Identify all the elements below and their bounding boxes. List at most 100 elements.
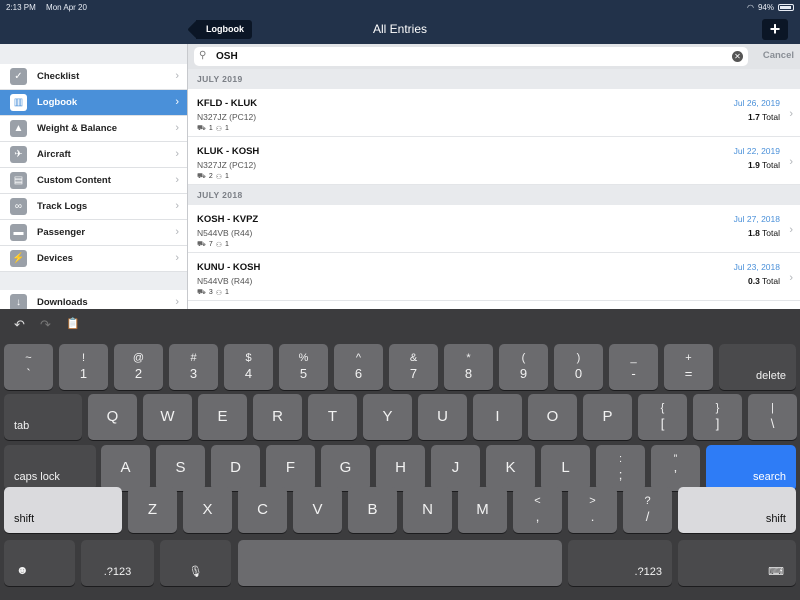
sidebar-item-label: Downloads [37, 297, 88, 308]
key-number-0[interactable]: ~ ` [4, 344, 53, 390]
key-number-5[interactable]: % 5 [279, 344, 328, 390]
key-f[interactable]: F [266, 445, 315, 491]
key-letter: W [160, 408, 175, 425]
chevron-right-icon: › [789, 156, 793, 168]
key-j[interactable]: J [431, 445, 480, 491]
sidebar-item-label: Custom Content [37, 175, 111, 186]
key-c[interactable]: C [238, 487, 287, 533]
sidebar-item-downloads[interactable]: ↓ Downloads › [0, 290, 187, 309]
key-x[interactable]: X [183, 487, 232, 533]
key-number-4[interactable]: $4 [224, 344, 273, 390]
logbook-entry-row[interactable]: KLUK - KOSH N327JZ (PC12) ⛟ 2 ⚇ 1 Jul 22, 2019… [188, 137, 800, 185]
cancel-search-button[interactable]: Cancel [763, 50, 794, 61]
key-bracket-0[interactable]: {[ [638, 394, 687, 440]
battery-percent: 94% [757, 3, 774, 12]
sidebar-item-custom-content[interactable]: ▤ Custom Content › [0, 168, 187, 194]
space-key[interactable] [238, 540, 562, 586]
key-punct-0[interactable]: :; [596, 445, 645, 491]
key-bracket-2[interactable]: | \ [748, 394, 797, 440]
sidebar-item-checklist[interactable]: ✓ Checklist › [0, 64, 187, 90]
sidebar-item-passenger[interactable]: ▬ Passenger › [0, 220, 187, 246]
shift-left-key[interactable]: shift [4, 487, 122, 533]
key-w[interactable]: W [143, 394, 192, 440]
entry-route: KOSH - KVPZ [197, 214, 259, 225]
key-number-1[interactable]: ! 1 [59, 344, 108, 390]
key-o[interactable]: O [528, 394, 577, 440]
emoji-key[interactable]: ☻ [4, 540, 75, 586]
content-icon: ▤ [10, 172, 27, 189]
key-k[interactable]: K [486, 445, 535, 491]
key-number-7[interactable]: & 7 [389, 344, 438, 390]
search-field[interactable]: ⚲ ✕ [194, 47, 748, 66]
key-number-8[interactable]: * 8 [444, 344, 493, 390]
undo-icon[interactable]: ↶ [14, 317, 25, 333]
key-bottom-symbol: 9 [519, 366, 528, 381]
key-number-10[interactable]: ) 0 [554, 344, 603, 390]
key-y[interactable]: Y [363, 394, 412, 440]
key-u[interactable]: U [418, 394, 467, 440]
key-punct-1[interactable]: ”’ [651, 445, 700, 491]
tab-key[interactable]: tab [4, 394, 82, 440]
key-number-12[interactable]: + = [664, 344, 713, 390]
key-n[interactable]: N [403, 487, 452, 533]
clear-search-icon[interactable]: ✕ [732, 51, 743, 62]
key-number-3[interactable]: #3 [169, 344, 218, 390]
caps-lock-key[interactable]: caps lock [4, 445, 96, 491]
key-angle-2[interactable]: ? / [623, 487, 672, 533]
delete-key[interactable]: delete [719, 344, 796, 390]
logbook-entry-row[interactable]: KOSH - KVPZ N544VB (R44) ⛟ 7 ⚇ 1 Jul 27, 2018 1… [188, 205, 800, 253]
status-bar-left: 2:13 PM Mon Apr 20 [6, 3, 95, 12]
logbook-back-button[interactable]: Logbook [196, 20, 252, 39]
sidebar-item-devices[interactable]: ⚡ Devices › [0, 246, 187, 272]
key-v[interactable]: V [293, 487, 342, 533]
sidebar-item-track-logs[interactable]: ∞ Track Logs › [0, 194, 187, 220]
key-h[interactable]: H [376, 445, 425, 491]
key-l[interactable]: L [541, 445, 590, 491]
shift-right-key[interactable]: shift [678, 487, 796, 533]
key-number-9[interactable]: (9 [499, 344, 548, 390]
logbook-entry-row[interactable]: KFLD - KLUK N327JZ (PC12) ⛟ 1 ⚇ 1 Jul 26, 2019… [188, 89, 800, 137]
key-s[interactable]: S [156, 445, 205, 491]
search-input[interactable] [216, 49, 716, 64]
key-a[interactable]: A [101, 445, 150, 491]
key-r[interactable]: R [253, 394, 302, 440]
passenger-count: 7 [208, 241, 213, 248]
key-letter: K [505, 459, 516, 476]
numbers-left-key[interactable]: .?123 [81, 540, 154, 586]
key-g[interactable]: G [321, 445, 370, 491]
sidebar-list: ✓ Checklist › ▥ Logbook › ▲ Weight & Balance › ✈ A… [0, 64, 187, 309]
key-q[interactable]: Q [88, 394, 137, 440]
add-entry-button[interactable]: + [762, 19, 788, 40]
entries-panel: ⚲ ✕ Cancel JULY 2019 KFLD - KLUK N327JZ (P… [188, 44, 800, 309]
sidebar-item-logbook[interactable]: ▥ Logbook › [0, 90, 187, 116]
passenger-count-icon: ⛟ [197, 173, 206, 180]
key-angle-1[interactable]: >. [568, 487, 617, 533]
key-t[interactable]: T [308, 394, 357, 440]
logbook-entry-row[interactable]: KUNU - KOSH N544VB (R44) ⛟ 3 ⚇ 1 Jul 23, 2018 0… [188, 253, 800, 301]
key-bottom-symbol: \ [770, 416, 775, 431]
redo-icon[interactable]: ↷ [40, 317, 51, 333]
key-angle-0[interactable]: <, [513, 487, 562, 533]
key-i[interactable]: I [473, 394, 522, 440]
chevron-right-icon: › [175, 226, 179, 238]
sidebar-item-aircraft[interactable]: ✈ Aircraft › [0, 142, 187, 168]
key-p[interactable]: P [583, 394, 632, 440]
key-number-6[interactable]: ^ 6 [334, 344, 383, 390]
key-top-symbol: ^ [355, 352, 362, 364]
key-bottom-symbol: ` [26, 366, 31, 381]
entry-total-value: 0.3 [747, 276, 760, 286]
paste-icon[interactable]: 📋 [66, 317, 80, 330]
sidebar-item-weight-balance[interactable]: ▲ Weight & Balance › [0, 116, 187, 142]
key-b[interactable]: B [348, 487, 397, 533]
key-e[interactable]: E [198, 394, 247, 440]
key-m[interactable]: M [458, 487, 507, 533]
key-d[interactable]: D [211, 445, 260, 491]
key-z[interactable]: Z [128, 487, 177, 533]
key-bracket-1[interactable]: }] [693, 394, 742, 440]
microphone-key[interactable]: 🎙 [160, 540, 231, 586]
numbers-right-key[interactable]: .?123 [568, 540, 672, 586]
search-key[interactable]: search [706, 445, 796, 491]
key-number-11[interactable]: _ - [609, 344, 658, 390]
hide-keyboard-key[interactable]: ⌨ [678, 540, 796, 586]
key-number-2[interactable]: @2 [114, 344, 163, 390]
